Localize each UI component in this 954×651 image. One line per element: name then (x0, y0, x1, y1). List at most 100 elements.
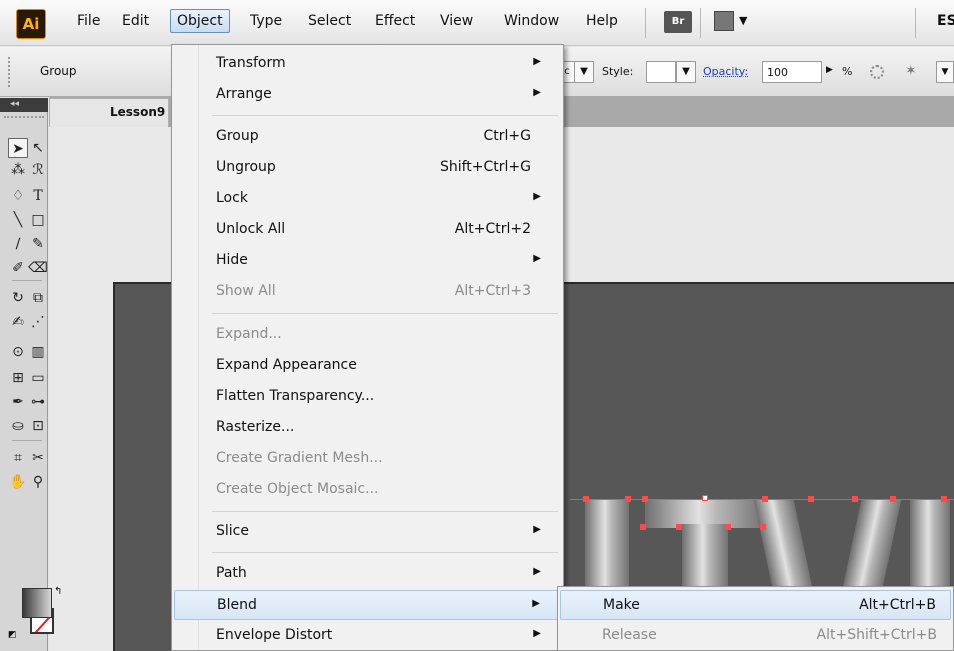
anchor-point[interactable] (808, 496, 814, 502)
menu-item-rasterize[interactable]: Rasterize... (174, 413, 561, 443)
menu-item-blend[interactable]: Blend ▶ (174, 590, 561, 620)
opacity-label[interactable]: Opacity: (703, 65, 748, 78)
blend-tool-icon[interactable]: ⊶ (28, 392, 48, 412)
gradient-tool-icon[interactable]: ▭ (28, 368, 48, 388)
menu-help[interactable]: Help (586, 13, 618, 29)
menu-file[interactable]: File (77, 13, 100, 29)
document-tab-label: Lesson9 (110, 105, 166, 119)
anchor-point[interactable] (640, 524, 646, 530)
pencil-tool-icon[interactable]: ✎ (28, 234, 48, 254)
submenu-arrow-icon: ▶ (533, 56, 541, 67)
selection-tool-icon[interactable]: ➤ (8, 138, 28, 158)
workspace-switcher-icon[interactable] (714, 11, 734, 31)
live-paint-selection-tool-icon[interactable]: ⊡ (28, 416, 48, 436)
lasso-tool-icon[interactable]: ℛ (28, 160, 48, 180)
hand-tool-icon[interactable]: ✋ (8, 472, 28, 492)
live-paint-bucket-tool-icon[interactable]: ⛀ (8, 416, 28, 436)
submenu-arrow-icon: ▶ (533, 87, 541, 98)
anchor-point[interactable] (941, 496, 947, 502)
menu-item-path[interactable]: Path ▶ (174, 559, 561, 589)
opacity-percent: % (842, 65, 853, 78)
anchor-point[interactable] (583, 496, 589, 502)
style-swatch[interactable] (646, 61, 676, 83)
anchor-point-selected[interactable] (702, 495, 708, 501)
paintbrush-tool-icon[interactable]: ∕ (8, 234, 28, 254)
anchor-point[interactable] (725, 524, 731, 530)
options-dropdown-arrow-icon[interactable]: ▼ (936, 61, 954, 83)
submenu-item-make[interactable]: Make Alt+Ctrl+B (560, 590, 951, 620)
anchor-point[interactable] (890, 496, 896, 502)
menu-effect[interactable]: Effect (375, 13, 415, 29)
opacity-input[interactable]: 100 (762, 61, 822, 83)
menu-item-lock[interactable]: Lock ▶ (174, 184, 561, 214)
opacity-slider-arrow-icon[interactable]: ▶ (826, 65, 833, 75)
blob-brush-tool-icon[interactable]: ✐ (8, 258, 28, 278)
pen-tool-icon[interactable]: ♢ (8, 186, 28, 206)
menu-object[interactable]: Object (170, 9, 230, 33)
fill-color-swatch[interactable] (22, 588, 52, 618)
essentials-workspace-label[interactable]: ES (937, 13, 954, 29)
menu-edit[interactable]: Edit (122, 13, 149, 29)
eraser-tool-icon[interactable]: ⌫ (28, 258, 48, 278)
menu-item-group[interactable]: Group Ctrl+G (174, 122, 561, 152)
menu-item-create-gradient-mesh[interactable]: Create Gradient Mesh... (174, 444, 561, 474)
column-graph-tool-icon[interactable]: ▥ (28, 342, 48, 362)
submenu-arrow-icon: ▶ (533, 524, 541, 535)
anchor-point[interactable] (852, 496, 858, 502)
menu-item-show-all[interactable]: Show All Alt+Ctrl+3 (174, 277, 561, 307)
submenu-arrow-icon: ▶ (533, 253, 541, 264)
zoom-tool-icon[interactable]: ⚲ (28, 472, 48, 492)
line-tool-icon[interactable]: ╲ (8, 210, 28, 230)
default-fill-stroke-icon[interactable]: ◩ (8, 630, 17, 640)
menu-item-expand-appearance[interactable]: Expand Appearance (174, 351, 561, 381)
brush-dropdown-arrow-icon[interactable]: ▼ (574, 61, 594, 83)
rotate-tool-icon[interactable]: ↻ (8, 288, 28, 308)
swap-fill-stroke-icon[interactable]: ↰ (54, 586, 62, 597)
isolate-group-icon[interactable]: ✶ (905, 63, 917, 79)
mesh-tool-icon[interactable]: ⊞ (8, 368, 28, 388)
menu-window[interactable]: Window (504, 13, 559, 29)
anchor-point[interactable] (762, 496, 768, 502)
scale-tool-icon[interactable]: ⧉ (28, 288, 48, 308)
style-dropdown-arrow-icon[interactable]: ▼ (676, 61, 696, 83)
slice-tool-icon[interactable]: ✂ (28, 448, 48, 468)
menu-item-arrange[interactable]: Arrange ▶ (174, 80, 561, 110)
direct-selection-tool-icon[interactable]: ↖ (28, 138, 48, 158)
artboard-tool-icon[interactable]: ⌗ (8, 448, 28, 468)
menu-item-create-object-mosaic[interactable]: Create Object Mosaic... (174, 475, 561, 505)
menu-item-expand[interactable]: Expand... (174, 320, 561, 350)
menu-item-transform[interactable]: Transform ▶ (174, 49, 561, 79)
selection-type-label: Group (40, 64, 77, 78)
anchor-point[interactable] (760, 524, 766, 530)
magic-wand-tool-icon[interactable]: ⁂ (8, 160, 28, 180)
warp-tool-icon[interactable]: ✍ (8, 312, 28, 332)
menu-item-slice[interactable]: Slice ▶ (174, 517, 561, 547)
menu-item-hide[interactable]: Hide ▶ (174, 246, 561, 276)
recolor-artwork-icon[interactable] (870, 65, 884, 79)
tools-panel-grip[interactable] (4, 116, 44, 120)
submenu-arrow-icon: ▶ (533, 191, 541, 202)
menu-type[interactable]: Type (250, 13, 282, 29)
control-bar-grip[interactable] (8, 57, 12, 87)
menu-select[interactable]: Select (308, 13, 351, 29)
bridge-button[interactable]: Br (664, 11, 692, 33)
anchor-point[interactable] (625, 496, 631, 502)
menu-item-flatten-transparency[interactable]: Flatten Transparency... (174, 382, 561, 412)
submenu-item-release[interactable]: Release Alt+Shift+Ctrl+B (560, 621, 951, 651)
symbol-sprayer-tool-icon[interactable]: ⊙ (8, 342, 28, 362)
anchor-point[interactable] (676, 524, 682, 530)
workspace-dropdown-arrow-icon[interactable]: ▼ (739, 14, 747, 27)
tools-panel-collapse-icon[interactable]: ◂◂ (0, 98, 48, 112)
menu-item-ungroup[interactable]: Ungroup Shift+Ctrl+G (174, 153, 561, 183)
anchor-point[interactable] (642, 496, 648, 502)
rectangle-tool-icon[interactable]: □ (28, 210, 48, 230)
free-transform-tool-icon[interactable]: ⋰ (28, 312, 48, 332)
document-tab[interactable]: Lesson9 (49, 98, 169, 127)
menu-item-unlock-all[interactable]: Unlock All Alt+Ctrl+2 (174, 215, 561, 245)
menu-item-envelope-distort[interactable]: Envelope Distort ▶ (174, 621, 561, 651)
type-tool-icon[interactable]: T (28, 186, 48, 206)
tools-panel: ◂◂ ➤ ↖ ⁂ ℛ ♢ T ╲ □ ∕ ✎ ✐ ⌫ ↻ ⧉ ✍ ⋰ ⊙ ▥ ⊞… (0, 98, 62, 651)
menu-bar: Ai File Edit Object Type Select Effect V… (0, 0, 954, 46)
eyedropper-tool-icon[interactable]: ✒ (8, 392, 28, 412)
menu-view[interactable]: View (440, 13, 473, 29)
